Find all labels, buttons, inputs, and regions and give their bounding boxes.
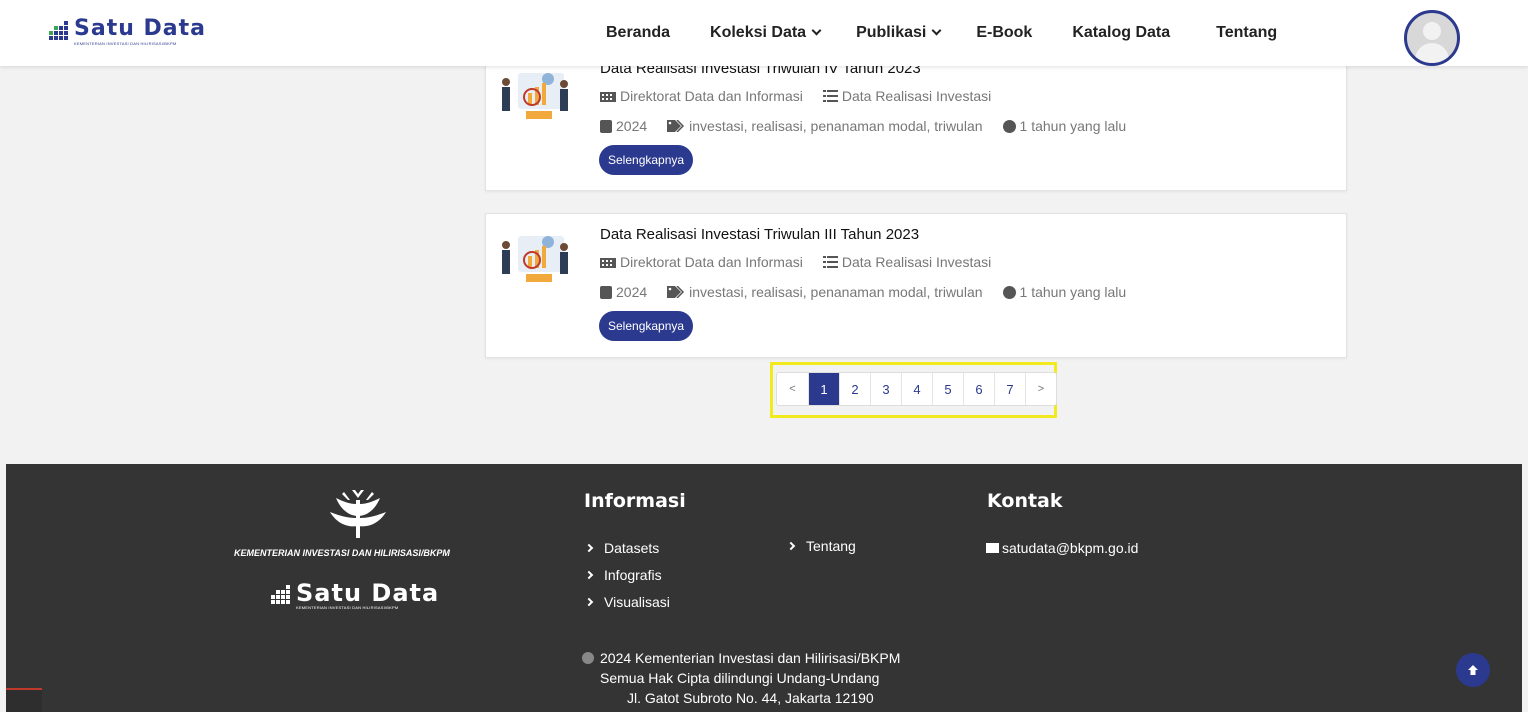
menu-label: Beranda xyxy=(606,24,671,41)
footer-contact-title: Kontak xyxy=(987,490,1063,512)
card-time: 1 tahun yang lalu xyxy=(1019,118,1127,134)
tags-icon xyxy=(667,120,685,132)
footer-copyright: 2024 Kementerian Investasi dan Hilirisas… xyxy=(582,648,972,708)
footer: KEMENTERIAN INVESTASI DAN HILIRISASI/BKP… xyxy=(6,464,1522,712)
card-tags: investasi, realisasi, penanaman modal, t… xyxy=(689,118,983,134)
satu-data-logo-icon xyxy=(49,21,68,40)
footer-link-label: Infografis xyxy=(604,567,662,583)
footer-link-label: Tentang xyxy=(806,538,856,554)
menu-publikasi[interactable]: Publikasi xyxy=(856,24,942,42)
page-5[interactable]: 5 xyxy=(932,373,963,405)
copyright-text: 2024 Kementerian Investasi dan Hilirisas… xyxy=(600,650,901,666)
chevron-right-icon xyxy=(584,570,594,580)
main-menu: Beranda Koleksi Data Publikasi E-Book Ka… xyxy=(606,24,1317,42)
card-meta-row: 2024 investasi, realisasi, penanaman mod… xyxy=(600,118,1126,134)
clock-icon xyxy=(1002,119,1016,133)
chevron-down-icon xyxy=(811,25,822,36)
user-avatar-icon[interactable] xyxy=(1404,10,1460,66)
footer-link-label: Visualisasi xyxy=(604,594,670,610)
footer-email: satudata@bkpm.go.id xyxy=(1002,540,1139,556)
page-4[interactable]: 4 xyxy=(901,373,932,405)
chevron-right-icon xyxy=(786,541,796,551)
envelope-icon xyxy=(986,543,999,553)
clock-icon xyxy=(1002,285,1016,299)
selengkapnya-button[interactable]: Selengkapnya xyxy=(599,311,694,341)
copyright-icon xyxy=(582,652,594,664)
dataset-card: Data Realisasi Investasi Triwulan III Ta… xyxy=(485,213,1347,358)
rights-text: Semua Hak Cipta dilindungi Undang-Undang xyxy=(600,670,880,686)
pagination: < 1 2 3 4 5 6 7 > xyxy=(776,372,1057,406)
pagination-prev[interactable]: < xyxy=(777,373,808,405)
card-year: 2024 xyxy=(616,118,648,134)
chevron-right-icon xyxy=(584,543,594,553)
footer-info-title: Informasi xyxy=(584,490,686,512)
building-icon xyxy=(600,92,616,102)
pagination-next[interactable]: > xyxy=(1025,373,1056,405)
analytics-illustration-icon xyxy=(502,73,568,119)
card-time: 1 tahun yang lalu xyxy=(1019,284,1127,300)
corner-badge-icon xyxy=(6,688,42,712)
brand-logo[interactable]: Satu Data KEMENTERIAN INVESTASI DAN HILI… xyxy=(48,18,206,46)
card-title[interactable]: Data Realisasi Investasi Triwulan III Ta… xyxy=(600,226,919,243)
menu-e-book[interactable]: E-Book xyxy=(976,24,1032,42)
brand-name: Satu Data xyxy=(74,16,206,41)
scroll-to-top-button[interactable] xyxy=(1456,653,1490,687)
calendar-icon xyxy=(600,119,612,133)
card-meta-row: 2024 investasi, realisasi, penanaman mod… xyxy=(600,284,1126,300)
menu-label: Koleksi Data xyxy=(710,24,807,41)
card-meta-row: Direktorat Data dan Informasi Data Reali… xyxy=(600,88,991,104)
analytics-illustration-icon xyxy=(502,236,568,282)
chevron-right-icon xyxy=(584,597,594,607)
avatar-head xyxy=(1423,22,1441,40)
card-year: 2024 xyxy=(616,284,648,300)
arrow-up-icon xyxy=(1468,665,1478,675)
list-icon xyxy=(822,90,838,102)
menu-label: Publikasi xyxy=(856,24,927,41)
menu-beranda[interactable]: Beranda xyxy=(606,24,670,42)
list-icon xyxy=(822,256,838,268)
brand-subtitle: KEMENTERIAN INVESTASI DAN HILIRISASI/BKP… xyxy=(74,41,177,46)
page-1[interactable]: 1 xyxy=(808,373,839,405)
footer-link-label: Datasets xyxy=(604,540,660,556)
card-tags: investasi, realisasi, penanaman modal, t… xyxy=(689,284,983,300)
menu-tentang[interactable]: Tentang xyxy=(1216,24,1277,42)
avatar-body xyxy=(1415,43,1449,63)
menu-label: Katalog Data xyxy=(1072,24,1171,41)
footer-brand-subtitle: KEMENTERIAN INVESTASI DAN HILIRISASI/BKP… xyxy=(296,605,399,610)
footer-brand-logo: Satu Data KEMENTERIAN INVESTASI DAN HILI… xyxy=(270,579,440,610)
top-navbar: Satu Data KEMENTERIAN INVESTASI DAN HILI… xyxy=(0,0,1528,66)
card-category[interactable]: Data Realisasi Investasi xyxy=(842,88,991,104)
page-7[interactable]: 7 xyxy=(994,373,1025,405)
chevron-down-icon xyxy=(931,25,942,36)
footer-email-link[interactable]: satudata@bkpm.go.id xyxy=(986,540,1138,556)
tags-icon xyxy=(667,286,685,298)
page-6[interactable]: 6 xyxy=(963,373,994,405)
selengkapnya-button[interactable]: Selengkapnya xyxy=(599,145,694,175)
ministry-name: KEMENTERIAN INVESTASI DAN HILIRISASI/BKP… xyxy=(234,548,450,558)
page-2[interactable]: 2 xyxy=(839,373,870,405)
ministry-logo-icon xyxy=(330,490,386,538)
satu-data-logo-icon xyxy=(271,585,290,604)
menu-koleksi-data[interactable]: Koleksi Data xyxy=(710,24,822,42)
building-icon xyxy=(600,258,616,268)
page-3[interactable]: 3 xyxy=(870,373,901,405)
card-category[interactable]: Data Realisasi Investasi xyxy=(842,254,991,270)
menu-katalog-data[interactable]: Katalog Data xyxy=(1072,24,1170,42)
menu-label: Tentang xyxy=(1216,24,1278,41)
footer-link-datasets[interactable]: Datasets xyxy=(584,540,660,556)
footer-brand-name: Satu Data xyxy=(296,579,440,607)
footer-link-infografis[interactable]: Infografis xyxy=(584,567,662,583)
calendar-icon xyxy=(600,285,612,299)
address-text: Jl. Gatot Subroto No. 44, Jakarta 12190 xyxy=(627,690,874,706)
card-organization: Direktorat Data dan Informasi xyxy=(620,88,803,104)
footer-link-tentang[interactable]: Tentang xyxy=(786,538,856,554)
menu-label: E-Book xyxy=(976,24,1033,41)
card-organization: Direktorat Data dan Informasi xyxy=(620,254,803,270)
card-meta-row: Direktorat Data dan Informasi Data Reali… xyxy=(600,254,991,270)
footer-link-visualisasi[interactable]: Visualisasi xyxy=(584,594,670,610)
